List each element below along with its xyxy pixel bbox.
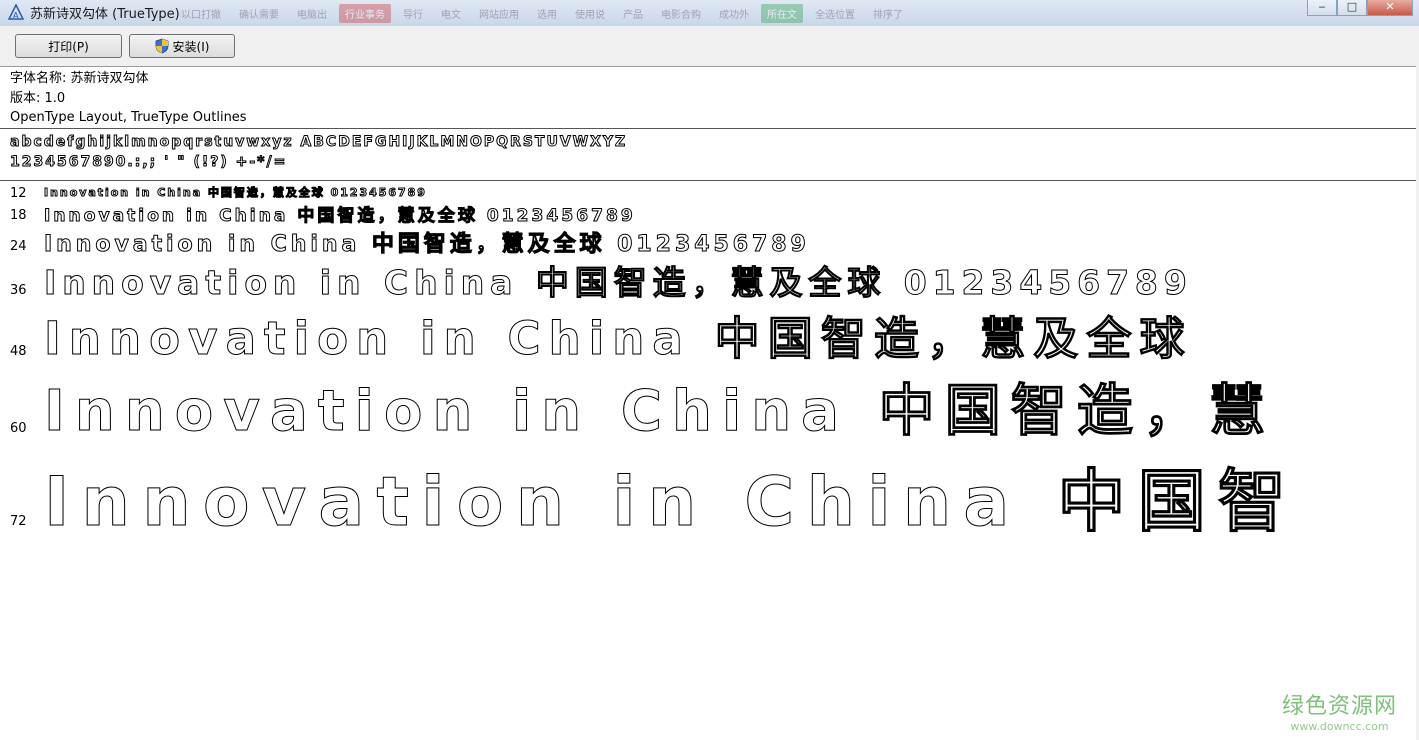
sample-text: Innovation in China 中国智造，慧及全球 0123456789: [44, 263, 1193, 303]
taskbar-ghost-item: 确认需要: [239, 10, 279, 21]
watermark-url: www.downcc.com: [1290, 720, 1389, 733]
taskbar-ghost-item: 网站应用: [479, 10, 519, 21]
taskbar-ghost-item: 电文: [441, 10, 461, 21]
maximize-button[interactable]: □: [1337, 0, 1367, 16]
sample-text: Innovation in China 中国智造，慧: [43, 379, 1276, 445]
font-viewer-app-icon: A: [8, 4, 24, 20]
taskbar-ghost-item: 全选位置: [815, 10, 855, 21]
close-button[interactable]: ✕: [1367, 0, 1413, 16]
taskbar-ghost-item: 选用: [537, 10, 557, 21]
uac-shield-icon: [155, 38, 168, 54]
font-name-text: 字体名称: 苏新诗双勾体: [10, 71, 149, 86]
taskbar-ghost-strip: 以口打撤 确认需要 电脑出 行业事务 导行 电文 网站应用 选用 使用说 产品 …: [175, 4, 909, 23]
minimize-button[interactable]: ‒: [1307, 0, 1337, 16]
taskbar-ghost-item: 电影合购: [661, 10, 701, 21]
taskbar-ghost-item: 成功外: [719, 10, 749, 21]
window-controls: ‒ □ ✕: [1307, 0, 1413, 16]
sample-text: Innovation in China 中国智造，慧及全球 0123456789: [44, 232, 810, 258]
install-button-label: 安装(I): [172, 39, 210, 54]
sample-text: Innovation in China 中国智造，慧及全球 0123456789: [44, 186, 427, 200]
taskbar-ghost-item: 产品: [623, 10, 643, 21]
sample-text: Innovation in China 中国智: [43, 463, 1299, 543]
sample-size-label: 12: [10, 186, 27, 201]
sample-size-label: 24: [10, 239, 27, 254]
watermark-title: 绿色资源网: [1281, 694, 1397, 719]
taskbar-ghost-item: 电脑出: [297, 10, 327, 21]
sample-size-label: 60: [10, 421, 27, 436]
taskbar-ghost-item: 行业事务: [339, 4, 391, 23]
taskbar-ghost-item: 使用说: [575, 10, 605, 21]
charset-digits-symbols: 1234567890.:,; ' " (!?) +-*/=: [9, 154, 288, 171]
taskbar-ghost-item: 以口打撤: [181, 10, 221, 21]
sample-text: Innovation in China 中国智造，慧及全球 0123456789: [44, 206, 636, 227]
toolbar: 打印(P) 安装(I): [0, 26, 1419, 67]
taskbar-ghost-item: 所在文: [761, 4, 803, 23]
title-bar: A 苏新诗双勾体 (TrueType) 以口打撤 确认需要 电脑出 行业事务 导…: [0, 0, 1419, 27]
taskbar-ghost-item: 排序了: [873, 10, 903, 21]
sample-text: Innovation in China 中国智造，慧及全球: [44, 312, 1193, 366]
divider: [0, 128, 1419, 129]
font-version-text: 版本: 1.0: [10, 90, 66, 106]
divider: [0, 180, 1419, 181]
watermark: 绿色资源网 www.downcc.com: [1282, 688, 1397, 733]
font-format-text: OpenType Layout, TrueType Outlines: [10, 110, 247, 125]
window-title: 苏新诗双勾体 (TrueType): [30, 7, 180, 22]
font-info: 字体名称: 苏新诗双勾体 版本: 1.0 OpenType Layout, Tr…: [10, 69, 247, 128]
taskbar-ghost-item: 导行: [403, 10, 423, 21]
print-button-label: 打印(P): [48, 39, 89, 54]
sample-size-label: 36: [10, 283, 27, 298]
svg-text:A: A: [13, 11, 19, 20]
install-button[interactable]: 安装(I): [129, 34, 235, 58]
charset-letters: abcdefghijklmnopqrstuvwxyz ABCDEFGHIJKLM…: [9, 134, 628, 151]
print-button[interactable]: 打印(P): [15, 34, 122, 58]
sample-size-label: 18: [10, 208, 27, 223]
sample-size-label: 48: [10, 344, 27, 359]
sample-size-label: 72: [10, 514, 27, 529]
